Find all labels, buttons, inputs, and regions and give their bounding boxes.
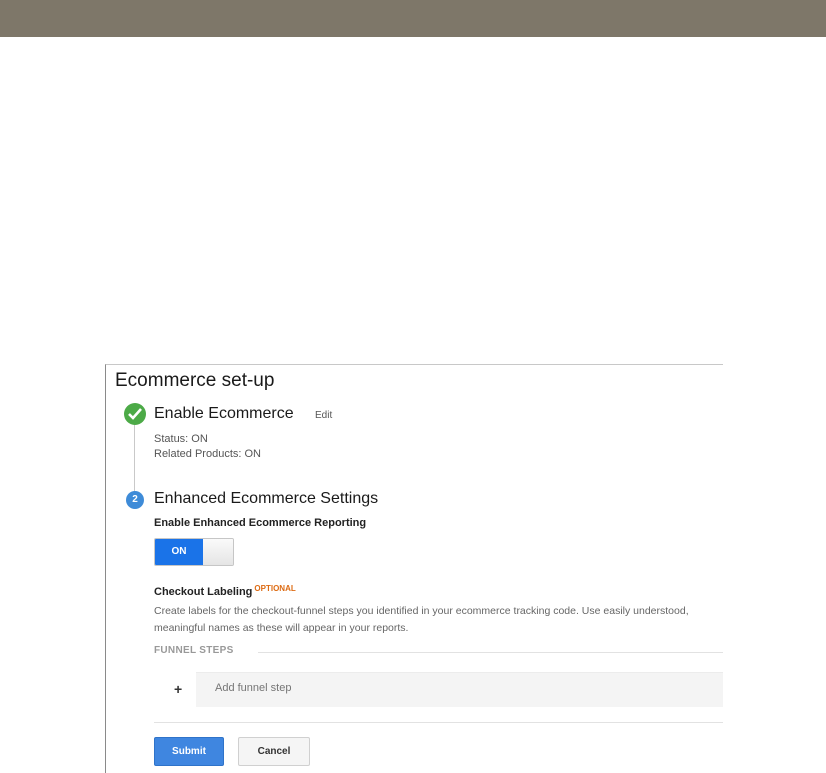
related-products-line: Related Products: ON <box>154 448 261 460</box>
optional-tag: OPTIONAL <box>254 584 296 593</box>
step-connector-line <box>134 423 135 493</box>
ecommerce-setup-panel: Ecommerce set-up Enable Ecommerce Edit S… <box>105 364 723 773</box>
step2-title: Enhanced Ecommerce Settings <box>154 490 379 507</box>
status-line: Status: ON <box>154 433 208 445</box>
funnel-divider <box>258 652 723 653</box>
check-icon <box>124 403 146 425</box>
submit-button[interactable]: Submit <box>154 737 224 766</box>
add-funnel-step-input[interactable] <box>213 681 359 695</box>
step1-status: Status: ON Related Products: ON <box>154 432 261 462</box>
checkout-description: Create labels for the checkout-funnel st… <box>154 605 689 634</box>
step1-title: Enable Ecommerce <box>154 405 294 422</box>
plus-icon[interactable]: + <box>174 681 182 697</box>
actions-divider <box>154 722 723 723</box>
page-title: Ecommerce set-up <box>115 370 275 391</box>
edit-link[interactable]: Edit <box>315 410 332 421</box>
checkout-labeling-label: Checkout Labeling <box>154 586 253 598</box>
toggle-knob[interactable] <box>203 539 233 565</box>
enhanced-reporting-toggle[interactable]: ON <box>154 538 234 566</box>
top-bar <box>0 0 826 37</box>
enhanced-reporting-label: Enable Enhanced Ecommerce Reporting <box>154 517 367 529</box>
funnel-steps-label: FUNNEL STEPS <box>154 645 234 656</box>
checkout-labeling-heading: Checkout Labeling OPTIONAL <box>154 584 296 598</box>
cancel-button[interactable]: Cancel <box>238 737 310 766</box>
step2-number-badge: 2 <box>126 491 144 509</box>
toggle-on-label: ON <box>155 539 203 565</box>
